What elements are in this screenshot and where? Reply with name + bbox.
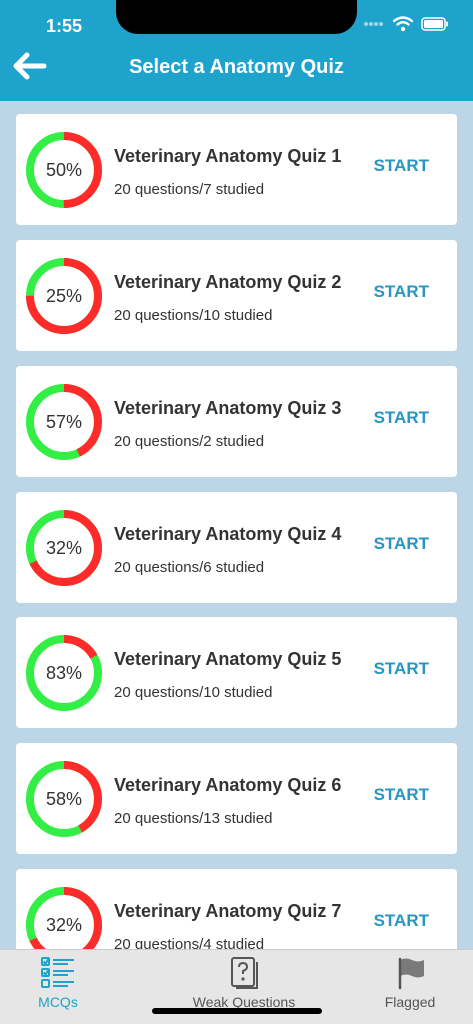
device-notch <box>116 0 357 34</box>
tab-weak-questions[interactable]: Weak Questions <box>176 950 312 1010</box>
progress-percent: 32% <box>45 537 83 558</box>
quiz-meta: 20 questions/6 studied <box>114 559 265 576</box>
quiz-list[interactable]: 50% Veterinary Anatomy Quiz 1 20 questio… <box>16 114 457 949</box>
quiz-card-7[interactable]: 32% Veterinary Anatomy Quiz 7 20 questio… <box>16 869 457 949</box>
home-indicator <box>152 1008 322 1014</box>
question-card-icon <box>231 957 258 989</box>
tab-flagged[interactable]: Flagged <box>370 950 450 1010</box>
quiz-card-1[interactable]: 50% Veterinary Anatomy Quiz 1 20 questio… <box>16 114 457 225</box>
start-button[interactable]: START <box>374 785 429 805</box>
quiz-card-4[interactable]: 32% Veterinary Anatomy Quiz 4 20 questio… <box>16 492 457 603</box>
quiz-meta: 20 questions/4 studied <box>114 936 265 949</box>
start-button[interactable]: START <box>374 282 429 302</box>
quiz-title: Veterinary Anatomy Quiz 6 <box>114 775 342 795</box>
progress-percent: 83% <box>45 662 83 683</box>
wifi-icon <box>393 16 413 32</box>
quiz-meta: 20 questions/10 studied <box>114 307 273 324</box>
quiz-meta: 20 questions/10 studied <box>114 684 273 701</box>
quiz-meta: 20 questions/7 studied <box>114 181 265 198</box>
quiz-title: Veterinary Anatomy Quiz 5 <box>114 649 342 669</box>
quiz-title: Veterinary Anatomy Quiz 7 <box>114 901 342 921</box>
checklist-icon <box>41 957 74 988</box>
progress-percent: 57% <box>45 411 83 432</box>
page-title: Select a Anatomy Quiz <box>129 56 344 78</box>
quiz-title: Veterinary Anatomy Quiz 1 <box>114 146 342 166</box>
progress-percent: 25% <box>45 285 83 306</box>
quiz-meta: 20 questions/2 studied <box>114 433 265 450</box>
quiz-card-2[interactable]: 25% Veterinary Anatomy Quiz 2 20 questio… <box>16 240 457 351</box>
progress-percent: 58% <box>45 788 83 809</box>
signal-icon <box>364 22 383 26</box>
status-time: 1:55 <box>46 16 83 36</box>
start-button[interactable]: START <box>374 156 429 176</box>
quiz-card-6[interactable]: 58% Veterinary Anatomy Quiz 6 20 questio… <box>16 743 457 854</box>
tab-mcqs[interactable]: MCQs <box>18 950 98 1010</box>
quiz-card-5[interactable]: 83% Veterinary Anatomy Quiz 5 20 questio… <box>16 617 457 728</box>
quiz-title: Veterinary Anatomy Quiz 2 <box>114 272 342 292</box>
start-button[interactable]: START <box>374 911 429 931</box>
flag-icon <box>398 957 424 990</box>
quiz-meta: 20 questions/13 studied <box>114 810 273 827</box>
status-icons <box>363 16 449 32</box>
quiz-card-3[interactable]: 57% Veterinary Anatomy Quiz 3 20 questio… <box>16 366 457 477</box>
progress-percent: 32% <box>45 914 83 935</box>
app-header: 1:55 Select a Anatomy Quiz <box>0 0 473 101</box>
tab-label: Flagged <box>384 994 436 1010</box>
start-button[interactable]: START <box>374 659 429 679</box>
start-button[interactable]: START <box>374 408 429 428</box>
progress-percent: 50% <box>45 159 83 180</box>
start-button[interactable]: START <box>374 534 429 554</box>
tab-label: MCQs <box>38 994 78 1010</box>
quiz-title: Veterinary Anatomy Quiz 4 <box>114 524 342 544</box>
quiz-title: Veterinary Anatomy Quiz 3 <box>114 398 342 418</box>
battery-icon <box>421 17 448 31</box>
